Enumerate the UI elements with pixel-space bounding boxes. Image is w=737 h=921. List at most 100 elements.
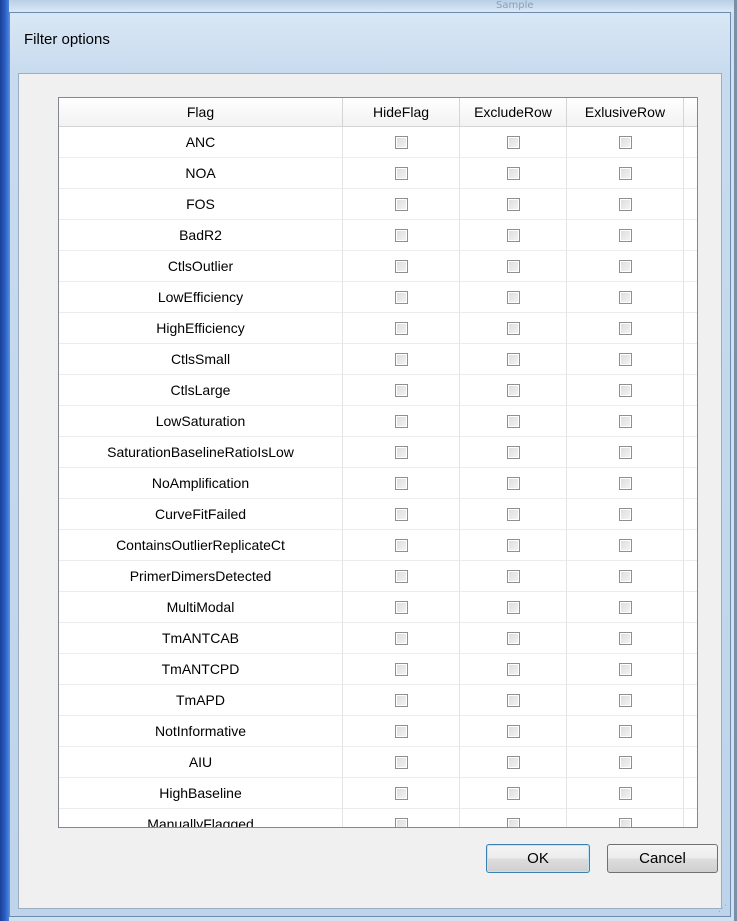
- excluderow-checkbox[interactable]: [506, 290, 520, 304]
- cancel-button[interactable]: Cancel: [607, 844, 718, 873]
- exlusiverow-checkbox-cell: [567, 437, 684, 468]
- excluderow-checkbox[interactable]: [506, 631, 520, 645]
- hideflag-checkbox[interactable]: [394, 259, 408, 273]
- exlusiverow-checkbox[interactable]: [618, 166, 632, 180]
- hideflag-checkbox[interactable]: [394, 414, 408, 428]
- hideflag-checkbox[interactable]: [394, 569, 408, 583]
- exlusiverow-checkbox-cell: [567, 685, 684, 716]
- exlusiverow-checkbox[interactable]: [618, 414, 632, 428]
- excluderow-checkbox[interactable]: [506, 600, 520, 614]
- hideflag-checkbox[interactable]: [394, 383, 408, 397]
- excluderow-checkbox[interactable]: [506, 228, 520, 242]
- excluderow-checkbox[interactable]: [506, 166, 520, 180]
- exlusiverow-checkbox[interactable]: [618, 228, 632, 242]
- excluderow-checkbox[interactable]: [506, 383, 520, 397]
- excluderow-checkbox-cell: [460, 809, 567, 827]
- excluderow-checkbox[interactable]: [506, 414, 520, 428]
- excluderow-checkbox-cell: [460, 623, 567, 654]
- hideflag-checkbox[interactable]: [394, 135, 408, 149]
- resize-grip-icon[interactable]: ⋰: [718, 904, 728, 914]
- exlusiverow-checkbox-cell: [567, 809, 684, 827]
- hideflag-checkbox[interactable]: [394, 445, 408, 459]
- hideflag-checkbox[interactable]: [394, 507, 408, 521]
- flag-name-cell: CtlsOutlier: [59, 251, 343, 282]
- exlusiverow-checkbox[interactable]: [618, 755, 632, 769]
- hideflag-checkbox[interactable]: [394, 631, 408, 645]
- exlusiverow-checkbox[interactable]: [618, 538, 632, 552]
- exlusiverow-checkbox[interactable]: [618, 786, 632, 800]
- excluderow-checkbox[interactable]: [506, 352, 520, 366]
- hideflag-checkbox[interactable]: [394, 197, 408, 211]
- exlusiverow-checkbox[interactable]: [618, 662, 632, 676]
- column-header-exlusiverow[interactable]: ExlusiveRow: [567, 98, 684, 126]
- excluderow-checkbox-cell: [460, 220, 567, 251]
- hideflag-checkbox[interactable]: [394, 166, 408, 180]
- exlusiverow-checkbox[interactable]: [618, 383, 632, 397]
- hideflag-checkbox[interactable]: [394, 724, 408, 738]
- excluderow-checkbox[interactable]: [506, 507, 520, 521]
- column-header-hideflag[interactable]: HideFlag: [343, 98, 460, 126]
- hideflag-checkbox[interactable]: [394, 476, 408, 490]
- hideflag-checkbox[interactable]: [394, 290, 408, 304]
- column-header-excluderow[interactable]: ExcludeRow: [460, 98, 567, 126]
- exlusiverow-checkbox[interactable]: [618, 321, 632, 335]
- exlusiverow-checkbox[interactable]: [618, 600, 632, 614]
- exlusiverow-checkbox[interactable]: [618, 507, 632, 521]
- column-header-filler: [684, 98, 697, 126]
- flag-filter-grid: Flag HideFlag ExcludeRow ExlusiveRow ANC…: [58, 97, 698, 828]
- exlusiverow-checkbox[interactable]: [618, 476, 632, 490]
- column-header-flag[interactable]: Flag: [59, 98, 343, 126]
- exlusiverow-checkbox[interactable]: [618, 817, 632, 827]
- exlusiverow-checkbox[interactable]: [618, 352, 632, 366]
- row-filler: [684, 189, 697, 220]
- table-row: BadR2: [59, 220, 697, 251]
- excluderow-checkbox[interactable]: [506, 135, 520, 149]
- excluderow-checkbox[interactable]: [506, 445, 520, 459]
- exlusiverow-checkbox-cell: [567, 406, 684, 437]
- hideflag-checkbox[interactable]: [394, 321, 408, 335]
- excluderow-checkbox[interactable]: [506, 476, 520, 490]
- exlusiverow-checkbox[interactable]: [618, 724, 632, 738]
- row-filler: [684, 809, 697, 827]
- hideflag-checkbox[interactable]: [394, 693, 408, 707]
- excluderow-checkbox-cell: [460, 189, 567, 220]
- excluderow-checkbox-cell: [460, 437, 567, 468]
- excluderow-checkbox[interactable]: [506, 724, 520, 738]
- excluderow-checkbox[interactable]: [506, 538, 520, 552]
- excluderow-checkbox[interactable]: [506, 321, 520, 335]
- flag-name-cell: PrimerDimersDetected: [59, 561, 343, 592]
- exlusiverow-checkbox[interactable]: [618, 259, 632, 273]
- hideflag-checkbox[interactable]: [394, 228, 408, 242]
- exlusiverow-checkbox-cell: [567, 561, 684, 592]
- hideflag-checkbox-cell: [343, 282, 460, 313]
- exlusiverow-checkbox[interactable]: [618, 290, 632, 304]
- hideflag-checkbox[interactable]: [394, 662, 408, 676]
- excluderow-checkbox[interactable]: [506, 786, 520, 800]
- excluderow-checkbox[interactable]: [506, 817, 520, 827]
- flag-name-cell: ManuallyFlagged: [59, 809, 343, 827]
- exlusiverow-checkbox[interactable]: [618, 693, 632, 707]
- excluderow-checkbox[interactable]: [506, 693, 520, 707]
- hideflag-checkbox[interactable]: [394, 538, 408, 552]
- table-row: PrimerDimersDetected: [59, 561, 697, 592]
- row-filler: [684, 654, 697, 685]
- exlusiverow-checkbox-cell: [567, 282, 684, 313]
- hideflag-checkbox[interactable]: [394, 352, 408, 366]
- exlusiverow-checkbox[interactable]: [618, 135, 632, 149]
- hideflag-checkbox[interactable]: [394, 755, 408, 769]
- hideflag-checkbox[interactable]: [394, 786, 408, 800]
- exlusiverow-checkbox[interactable]: [618, 569, 632, 583]
- exlusiverow-checkbox[interactable]: [618, 445, 632, 459]
- hideflag-checkbox[interactable]: [394, 600, 408, 614]
- excluderow-checkbox-cell: [460, 592, 567, 623]
- hideflag-checkbox[interactable]: [394, 817, 408, 827]
- ok-button[interactable]: OK: [486, 844, 590, 873]
- exlusiverow-checkbox[interactable]: [618, 631, 632, 645]
- flag-name-cell: NotInformative: [59, 716, 343, 747]
- excluderow-checkbox[interactable]: [506, 197, 520, 211]
- excluderow-checkbox[interactable]: [506, 755, 520, 769]
- excluderow-checkbox[interactable]: [506, 662, 520, 676]
- exlusiverow-checkbox[interactable]: [618, 197, 632, 211]
- excluderow-checkbox[interactable]: [506, 569, 520, 583]
- excluderow-checkbox[interactable]: [506, 259, 520, 273]
